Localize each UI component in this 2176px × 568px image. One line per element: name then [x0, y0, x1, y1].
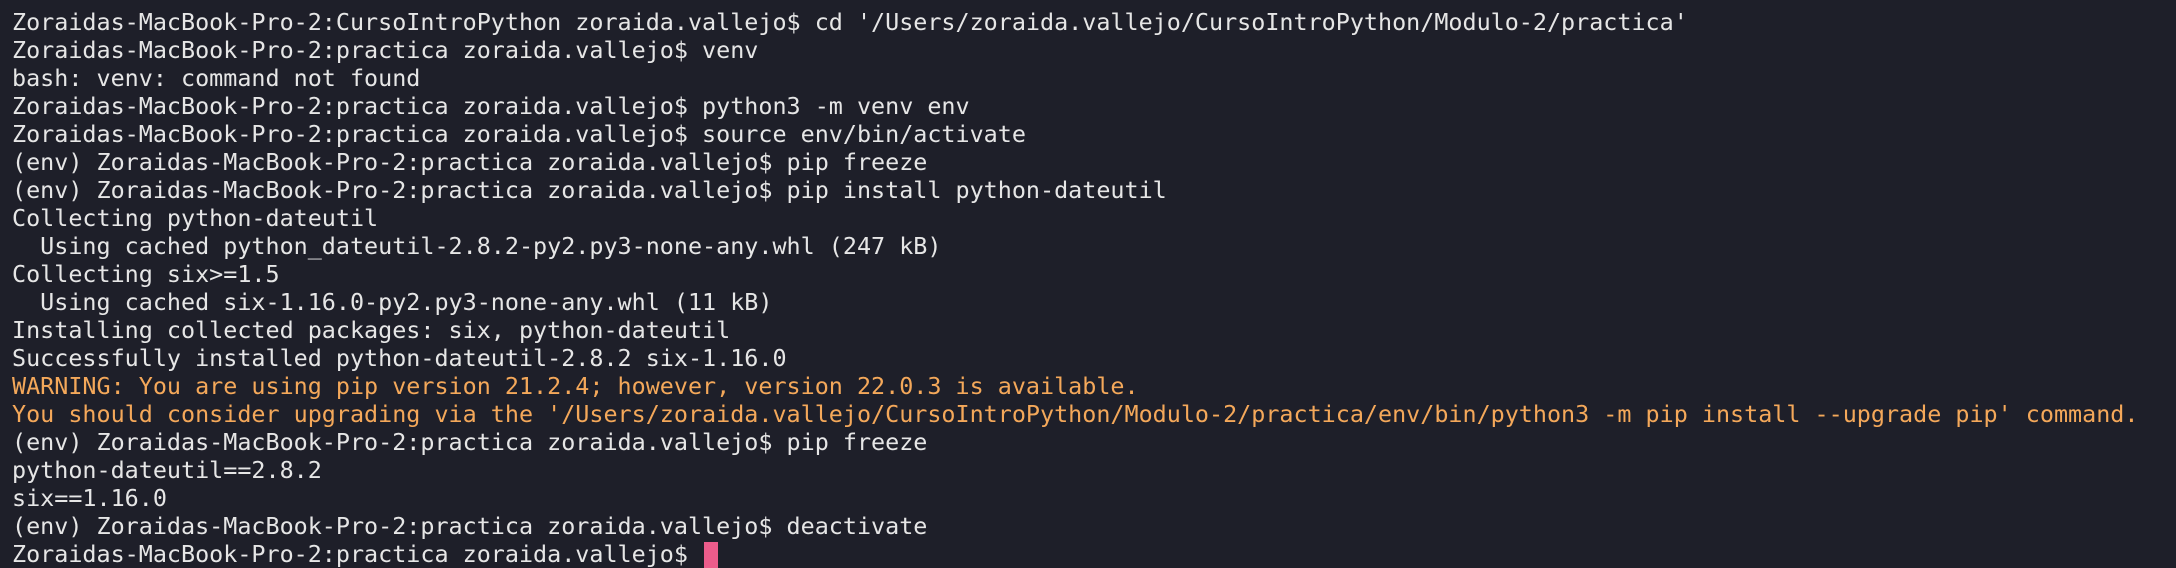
terminal-output-line: Successfully installed python-dateutil-2… [12, 344, 787, 372]
terminal-output-line: (env) Zoraidas-MacBook-Pro-2:practica zo… [12, 148, 928, 176]
terminal-output-line: Using cached six-1.16.0-py2.py3-none-any… [12, 288, 773, 316]
terminal-output-line: Collecting python-dateutil [12, 204, 379, 232]
terminal-output-line: Zoraidas-MacBook-Pro-2:practica zoraida.… [12, 36, 759, 64]
terminal-output: Zoraidas-MacBook-Pro-2:CursoIntroPython … [12, 8, 2176, 540]
terminal-output-line: Zoraidas-MacBook-Pro-2:practica zoraida.… [12, 92, 970, 120]
terminal-output-line: Zoraidas-MacBook-Pro-2:CursoIntroPython … [12, 8, 1688, 36]
terminal-window[interactable]: Zoraidas-MacBook-Pro-2:CursoIntroPython … [0, 0, 2176, 568]
terminal-warning-line: You should consider upgrading via the '/… [12, 400, 2139, 428]
text-cursor [704, 542, 719, 568]
terminal-output-line: (env) Zoraidas-MacBook-Pro-2:practica zo… [12, 176, 1167, 204]
terminal-output-line: Using cached python_dateutil-2.8.2-py2.p… [12, 232, 942, 260]
terminal-output-line: Zoraidas-MacBook-Pro-2:practica zoraida.… [12, 120, 1026, 148]
terminal-output-line: (env) Zoraidas-MacBook-Pro-2:practica zo… [12, 428, 928, 456]
clipped-previous-line [12, 0, 2176, 8]
terminal-warning-line: WARNING: You are using pip version 21.2.… [12, 372, 1139, 400]
terminal-output-line: (env) Zoraidas-MacBook-Pro-2:practica zo… [12, 512, 928, 540]
terminal-output-line: bash: venv: command not found [12, 64, 421, 92]
terminal-prompt: Zoraidas-MacBook-Pro-2:practica zoraida.… [12, 540, 703, 568]
terminal-output-line: python-dateutil==2.8.2 [12, 456, 322, 484]
terminal-prompt-line[interactable]: Zoraidas-MacBook-Pro-2:practica zoraida.… [12, 540, 2176, 568]
terminal-output-line: Collecting six>=1.5 [12, 260, 280, 288]
terminal-output-line: six==1.16.0 [12, 484, 167, 512]
terminal-output-line: Installing collected packages: six, pyth… [12, 316, 731, 344]
